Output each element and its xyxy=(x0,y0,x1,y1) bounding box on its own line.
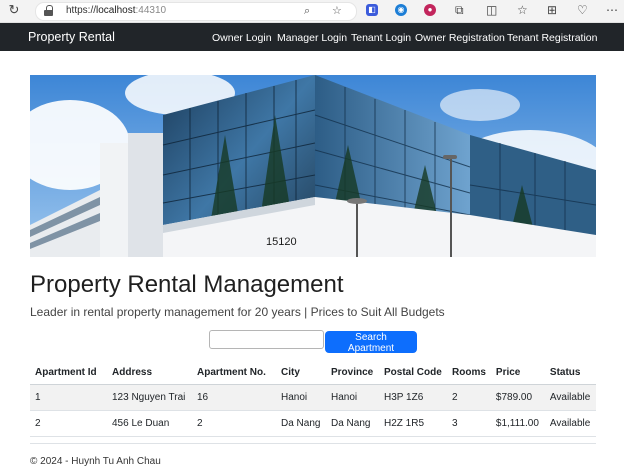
footer-divider xyxy=(30,443,596,444)
search-input[interactable] xyxy=(209,330,324,349)
cell-city: Da Nang xyxy=(276,410,326,437)
page-title: Property Rental Management xyxy=(30,271,344,298)
url-host: localhost xyxy=(96,5,136,16)
col-rooms: Rooms xyxy=(447,360,491,385)
favorite-star-icon[interactable]: ☆ xyxy=(332,5,342,17)
building-number: 15120 xyxy=(266,236,297,248)
table-row: 1 123 Nguyen Trai 16 Hanoi Hanoi H3P 1Z6… xyxy=(30,384,596,411)
brand-link[interactable]: Property Rental xyxy=(28,30,115,44)
page-lead-text: Leader in rental property management for… xyxy=(30,305,445,319)
cell-apartment-no: 2 xyxy=(192,410,276,437)
extension-icon[interactable]: ● xyxy=(424,4,436,16)
nav-tenant-login[interactable]: Tenant Login xyxy=(351,32,411,44)
url-scheme: https:// xyxy=(66,5,97,16)
cell-price: $1,111.00 xyxy=(490,410,545,437)
cell-city: Hanoi xyxy=(276,384,326,411)
col-address: Address xyxy=(107,360,192,385)
table-header-row: Apartment Id Address Apartment No. City … xyxy=(30,360,596,385)
cell-province: Da Nang xyxy=(326,410,379,437)
col-price: Price xyxy=(490,360,545,385)
cell-province: Hanoi xyxy=(326,384,379,411)
cell-rooms: 3 xyxy=(447,410,491,437)
reload-icon[interactable]: ↻ xyxy=(7,3,21,17)
favorites-icon[interactable]: ☆ xyxy=(517,3,528,17)
nav-manager-login[interactable]: Manager Login xyxy=(277,32,347,44)
extensions-puzzle-icon[interactable]: ⧉ xyxy=(455,3,464,17)
nav-tenant-registration[interactable]: Tenant Registration xyxy=(507,32,597,44)
browser-toolbar: ↻ https://localhost:44310 ⌕ ☆ ◧ ◉ ● ⧉ ◫ … xyxy=(0,0,624,23)
cell-postal-code: H2Z 1R5 xyxy=(379,410,447,437)
apartments-table: Apartment Id Address Apartment No. City … xyxy=(30,360,596,437)
cell-postal-code: H3P 1Z6 xyxy=(379,384,447,411)
footer-copyright: © 2024 - Huynh Tu Anh Chau xyxy=(30,456,161,467)
url-port: :44310 xyxy=(135,5,167,16)
cell-status: Available xyxy=(544,410,596,437)
collections-icon[interactable]: ⊞ xyxy=(547,3,557,17)
cell-address: 123 Nguyen Trai xyxy=(107,384,192,411)
col-city: City xyxy=(276,360,326,385)
top-navbar: Property Rental Owner Login Manager Logi… xyxy=(0,23,624,51)
cell-apartment-id: 1 xyxy=(30,384,107,411)
extension-icon[interactable]: ◉ xyxy=(395,4,407,16)
extension-icon[interactable]: ◧ xyxy=(366,4,378,16)
col-postal-code: Postal Code xyxy=(379,360,447,385)
split-screen-icon[interactable]: ◫ xyxy=(486,3,497,17)
cell-price: $789.00 xyxy=(490,384,545,411)
col-status: Status xyxy=(544,360,596,385)
hero-building-image: 15120 xyxy=(30,75,596,257)
url-text: https://localhost:44310 xyxy=(66,5,166,16)
cell-status: Available xyxy=(544,384,596,411)
nav-owner-login[interactable]: Owner Login xyxy=(212,32,272,44)
lock-icon[interactable] xyxy=(44,5,53,16)
nav-owner-registration[interactable]: Owner Registration xyxy=(415,32,505,44)
address-bar[interactable]: https://localhost:44310 ⌕ ☆ xyxy=(35,2,357,21)
browser-essentials-icon[interactable]: ♡ xyxy=(577,3,588,17)
zoom-icon[interactable]: ⌕ xyxy=(304,5,310,17)
cell-apartment-id: 2 xyxy=(30,410,107,437)
col-province: Province xyxy=(326,360,379,385)
table-row: 2 456 Le Duan 2 Da Nang Da Nang H2Z 1R5 … xyxy=(30,410,596,437)
settings-more-icon[interactable]: ⋯ xyxy=(606,3,618,17)
search-apartment-button[interactable]: Search Apartment xyxy=(325,331,417,354)
col-apartment-id: Apartment Id xyxy=(30,360,107,385)
col-apartment-no: Apartment No. xyxy=(192,360,276,385)
cell-address: 456 Le Duan xyxy=(107,410,192,437)
cell-rooms: 2 xyxy=(447,384,491,411)
cell-apartment-no: 16 xyxy=(192,384,276,411)
